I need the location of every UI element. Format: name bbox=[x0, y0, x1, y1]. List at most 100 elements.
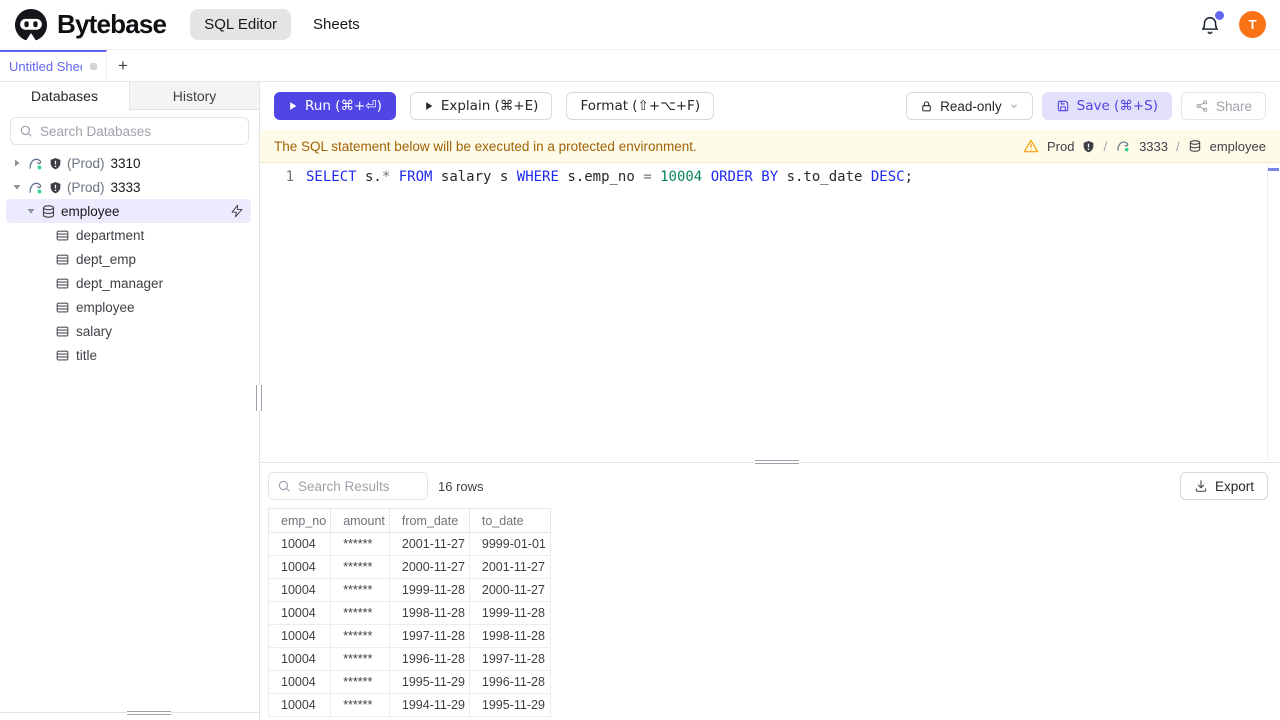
save-button[interactable]: Save (⌘+S) bbox=[1041, 92, 1172, 120]
toolbar-right: Read-only Save (⌘+S) Share bbox=[906, 92, 1266, 120]
instance-label: 3333 bbox=[1139, 138, 1168, 154]
new-sheet-tab-button[interactable]: + bbox=[107, 50, 139, 81]
format-button[interactable]: Format (⇧+⌥+F) bbox=[566, 92, 715, 120]
tab-history[interactable]: History bbox=[129, 82, 259, 110]
line-number: 1 bbox=[285, 169, 294, 185]
column-header: emp_no bbox=[267, 508, 332, 533]
result-cell: 9999-01-01 bbox=[468, 532, 551, 556]
result-cell: 2001-11-27 bbox=[468, 555, 551, 579]
sidebar-table-label: employee bbox=[76, 299, 135, 315]
database-name-label: employee bbox=[61, 203, 120, 219]
table-icon bbox=[56, 350, 69, 360]
sidebar-tabs: Databases History bbox=[0, 82, 259, 110]
sheet-tab-bar: Untitled Sheet + bbox=[0, 50, 1280, 82]
editor-toolbar: Run (⌘+⏎) Explain (⌘+E) Format (⇧+⌥+F) R… bbox=[260, 82, 1280, 130]
sql-editor-area[interactable]: 1 SELECT s.* FROM salary s WHERE s.emp_n… bbox=[260, 163, 1280, 460]
results-search-input[interactable] bbox=[298, 478, 419, 494]
split-drag-handle[interactable] bbox=[755, 460, 799, 464]
explain-button[interactable]: Explain (⌘+E) bbox=[409, 92, 553, 120]
sidebar-table-item[interactable]: salary bbox=[0, 319, 259, 343]
minimap-line-marker bbox=[1268, 168, 1279, 171]
sidebar-instance-3310[interactable]: (Prod) 3310 bbox=[0, 151, 259, 175]
table-icon bbox=[56, 278, 69, 288]
result-cell: 1997-11-28 bbox=[388, 624, 470, 648]
play-icon bbox=[426, 102, 433, 110]
bytebase-logo[interactable]: Bytebase bbox=[14, 8, 167, 42]
sidebar-table-label: dept_manager bbox=[76, 275, 164, 291]
banner-message: The SQL statement below will be executed… bbox=[274, 138, 697, 154]
result-cell: 10004 bbox=[267, 555, 332, 579]
caret-right-icon bbox=[15, 159, 20, 167]
result-cell: ****** bbox=[330, 647, 390, 671]
instance-env-label: (Prod) bbox=[67, 179, 105, 195]
result-row: 10004 ****** 2001-11-27 9999-01-01 bbox=[267, 532, 551, 556]
result-table-wrap: emp_no amount from_date to_date 10004 *****… bbox=[267, 508, 1280, 717]
database-search-input[interactable] bbox=[40, 123, 240, 139]
result-cell: 1998-11-28 bbox=[468, 624, 551, 648]
top-bar: Bytebase SQL Editor Sheets T bbox=[0, 0, 1280, 50]
result-cell: 1997-11-28 bbox=[468, 647, 551, 671]
sidebar-table-item[interactable]: employee bbox=[0, 295, 259, 319]
sheet-tab-untitled[interactable]: Untitled Sheet bbox=[0, 50, 107, 81]
result-cell: 1994-11-29 bbox=[388, 693, 470, 717]
notifications-button[interactable] bbox=[1199, 10, 1224, 36]
result-cell: 10004 bbox=[267, 647, 332, 671]
panel-split-divider[interactable] bbox=[260, 460, 1280, 466]
result-cell: ****** bbox=[330, 555, 390, 579]
sheet-tab-label: Untitled Sheet bbox=[9, 59, 82, 74]
sidebar-database-employee[interactable]: employee bbox=[6, 199, 251, 223]
mysql-instance-icon bbox=[29, 158, 42, 169]
sidebar-resize-handle[interactable] bbox=[256, 385, 262, 411]
result-cell: 1995-11-29 bbox=[388, 670, 470, 694]
result-cell: 2000-11-27 bbox=[388, 555, 470, 579]
sidebar-table-item[interactable]: dept_manager bbox=[0, 271, 259, 295]
results-panel: 16 rows Export emp_noamountfrom_dateto_d… bbox=[260, 466, 1280, 720]
result-cell: 1995-11-29 bbox=[468, 693, 551, 717]
main-panel: Run (⌘+⏎) Explain (⌘+E) Format (⇧+⌥+F) R… bbox=[260, 82, 1280, 720]
connection-breadcrumb: Prod / 3333 / employee bbox=[1023, 138, 1266, 154]
caret-down-icon bbox=[27, 209, 35, 214]
connect-bolt-icon[interactable] bbox=[230, 204, 244, 218]
run-button[interactable]: Run (⌘+⏎) bbox=[274, 92, 396, 120]
protected-environment-banner: The SQL statement below will be executed… bbox=[260, 130, 1280, 163]
instance-name-label: 3310 bbox=[110, 155, 141, 171]
database-icon bbox=[42, 204, 55, 218]
result-cell: 1996-11-28 bbox=[468, 670, 551, 694]
nav-sql-editor[interactable]: SQL Editor bbox=[190, 9, 292, 40]
database-tree: (Prod) 3310 (Prod) 3333 employee departm… bbox=[0, 151, 259, 367]
result-cell: 10004 bbox=[267, 601, 332, 625]
save-icon bbox=[1057, 100, 1068, 112]
nav-sheets[interactable]: Sheets bbox=[313, 16, 360, 33]
database-icon bbox=[1189, 140, 1200, 152]
play-icon bbox=[290, 102, 297, 110]
table-icon bbox=[56, 326, 69, 336]
caret-down-icon bbox=[13, 185, 21, 190]
instance-env-label: (Prod) bbox=[67, 155, 105, 171]
editor-minimap[interactable] bbox=[1267, 163, 1280, 460]
sidebar-table-item[interactable]: department bbox=[0, 223, 259, 247]
warning-icon bbox=[1023, 139, 1039, 153]
export-button[interactable]: Export bbox=[1179, 472, 1268, 500]
row-count: 16 rows bbox=[438, 478, 484, 494]
sidebar-table-item[interactable]: dept_emp bbox=[0, 247, 259, 271]
sidebar: Databases History (Prod) 3310 bbox=[0, 82, 262, 720]
tab-databases[interactable]: Databases bbox=[0, 82, 129, 110]
column-header: from_date bbox=[388, 508, 470, 533]
sql-code-line: 1 SELECT s.* FROM salary s WHERE s.emp_n… bbox=[260, 168, 1266, 187]
sql-statement: SELECT s.* FROM salary s WHERE s.emp_no … bbox=[306, 169, 914, 185]
result-cell: ****** bbox=[330, 624, 390, 648]
bytebase-logo-icon bbox=[14, 8, 48, 41]
share-button[interactable]: Share bbox=[1180, 92, 1266, 120]
user-avatar[interactable]: T bbox=[1239, 11, 1266, 38]
result-cell: ****** bbox=[330, 532, 390, 556]
result-row: 10004 ****** 1998-11-28 1999-11-28 bbox=[267, 601, 551, 625]
sidebar-hscroll-handle[interactable] bbox=[127, 711, 171, 715]
brand-name: Bytebase bbox=[57, 9, 167, 39]
sidebar-table-label: title bbox=[76, 347, 98, 363]
share-icon bbox=[1196, 100, 1208, 112]
sidebar-table-item[interactable]: title bbox=[0, 343, 259, 367]
readonly-mode-dropdown[interactable]: Read-only bbox=[906, 92, 1033, 120]
results-header: 16 rows Export bbox=[268, 472, 1272, 500]
sidebar-instance-3333[interactable]: (Prod) 3333 bbox=[0, 175, 259, 199]
result-row: 10004 ****** 1995-11-29 1996-11-28 bbox=[267, 670, 551, 694]
